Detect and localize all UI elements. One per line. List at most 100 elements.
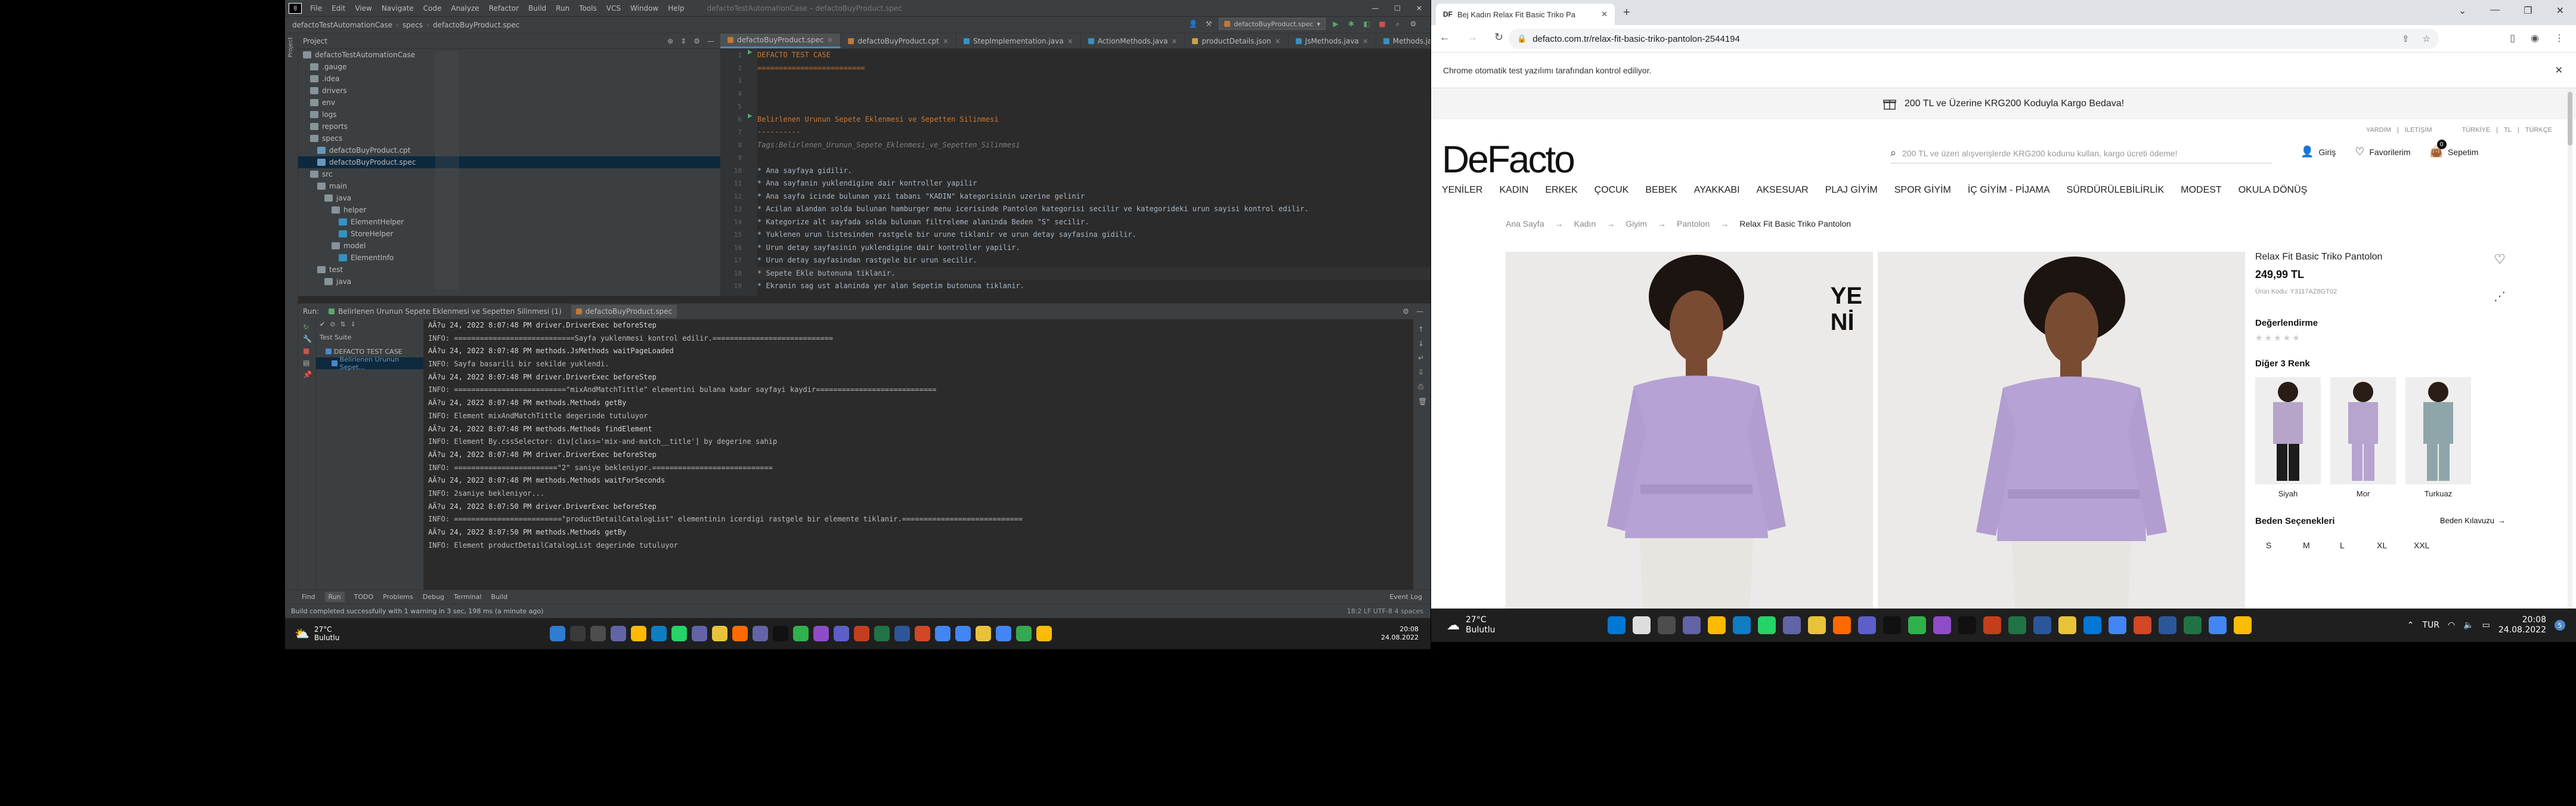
tree-item[interactable]: model (298, 240, 720, 252)
scrollbar-thumb[interactable] (2568, 92, 2572, 146)
tree-item[interactable]: logs (298, 109, 720, 121)
star-icon[interactable]: ☆ (2423, 33, 2431, 44)
tree-item[interactable]: java (298, 192, 720, 204)
nav-item[interactable]: ERKEK (1545, 185, 1577, 196)
nav-item[interactable]: PLAJ GİYİM (1825, 185, 1878, 196)
app-icon[interactable] (996, 626, 1011, 641)
app-icon[interactable] (1658, 616, 1676, 634)
app-icon[interactable] (1958, 616, 1976, 634)
size-option[interactable]: XL (2366, 541, 2403, 550)
app-icon[interactable] (1783, 616, 1801, 634)
pin-icon[interactable]: 📌 (303, 370, 312, 379)
tree-item[interactable]: .idea (298, 73, 720, 85)
menu-item[interactable]: Build (524, 4, 551, 13)
code-line[interactable]: * Kategorize alt sayfada solda bulunan f… (757, 216, 1431, 229)
project-label[interactable]: Project (303, 37, 327, 45)
code-line[interactable]: Tags:Belirlenen_Urunun_Sepete_Eklenmesi_… (757, 139, 1431, 152)
tree-item[interactable]: java (298, 276, 720, 288)
search-icon[interactable]: ⌕ (1890, 147, 1896, 159)
cart-button[interactable]: 👜 0 Sepetim (2430, 140, 2478, 158)
code-line[interactable]: * Urun detay sayfasindan rastgele bir ur… (757, 254, 1431, 267)
breadcrumb-item[interactable]: specs (402, 21, 423, 29)
hammer-icon[interactable]: ⚒ (1203, 18, 1214, 29)
code-line[interactable] (757, 88, 1431, 101)
new-tab-icon[interactable]: + (1623, 6, 1630, 20)
code-line[interactable]: * Yuklenen urun listesinden rastgele bir… (757, 228, 1431, 242)
app-icon[interactable] (712, 626, 727, 641)
app-icon[interactable] (753, 626, 768, 641)
reload-icon[interactable]: ↻ (1494, 31, 1503, 44)
console-output[interactable]: AÄ?u 24, 2022 8:07:48 PM driver.DriverEx… (423, 319, 1413, 590)
app-icon[interactable] (2109, 616, 2126, 634)
app-icon[interactable] (1808, 616, 1826, 634)
editor-tab[interactable]: defactoBuyProduct.spec × (720, 33, 841, 48)
menu-item[interactable]: Run (551, 4, 574, 13)
language-link[interactable]: TÜRKÇE (2525, 126, 2552, 134)
favorites-button[interactable]: ♡ Favorilerim (2355, 146, 2410, 158)
app-icon[interactable] (1983, 616, 2001, 634)
close-tab-icon[interactable]: ✕ (1601, 10, 1608, 19)
breadcrumb-item[interactable]: Ana Sayfa (1506, 219, 1544, 228)
language-indicator[interactable]: TUR (2422, 620, 2439, 630)
menu-item[interactable]: Help (663, 4, 689, 13)
breadcrumb-item[interactable]: Pantolon (1677, 219, 1710, 228)
run-tab[interactable]: Belirlenen Urunun Sepete Eklenmesi ve Se… (329, 307, 562, 316)
nav-item[interactable]: YENİLER (1442, 185, 1482, 196)
menu-item[interactable]: Edit (327, 4, 350, 13)
forward-icon[interactable]: → (1467, 31, 1478, 44)
help-link[interactable]: YARDIM (2366, 126, 2391, 134)
notification-badge[interactable]: 5 (2555, 620, 2565, 631)
app-icon[interactable] (935, 626, 950, 641)
country-link[interactable]: TÜRKİYE (2462, 126, 2491, 134)
search-box[interactable]: ⌕ 200 TL ve üzeri alışverişlerde KRG200 … (1890, 143, 2272, 163)
tree-item[interactable]: drivers (298, 85, 720, 97)
code-line[interactable]: * Ana sayfanin yuklendigine dair kontrol… (757, 177, 1431, 190)
tool-window-tab[interactable]: Build (491, 593, 508, 601)
tree-item[interactable]: defactoBuyProduct.spec (298, 156, 720, 168)
tool-window-tab[interactable]: Run (324, 592, 345, 602)
share-icon[interactable]: ⇪ (2402, 33, 2410, 44)
volume-icon[interactable]: 🔈 (2463, 620, 2473, 630)
close-tab-icon[interactable]: × (1067, 37, 1073, 45)
app-icon[interactable] (813, 626, 829, 641)
nav-item[interactable]: OKULA DÖNÜŞ (2238, 185, 2308, 196)
login-button[interactable]: 👤 Giriş (2301, 146, 2336, 158)
code-line[interactable]: ---------- (757, 126, 1431, 139)
app-icon[interactable] (1683, 616, 1701, 634)
rerun-icon[interactable]: ↻ (303, 323, 311, 331)
restore-icon[interactable]: ❐ (2524, 5, 2532, 17)
stop-icon[interactable]: ■ (1377, 18, 1388, 29)
code-line[interactable]: * Sepete Ekle butonuna tiklanir. (757, 267, 1431, 280)
size-option[interactable]: S (2255, 541, 2292, 550)
nav-item[interactable]: ÇOCUK (1594, 185, 1629, 196)
tree-item[interactable]: main (298, 180, 720, 192)
code-line[interactable]: DEFACTO TEST CASE (757, 49, 1431, 62)
tool-window-tab[interactable]: Terminal (454, 593, 482, 601)
chevron-up-icon[interactable]: ⌃ (2407, 620, 2414, 630)
color-swatch[interactable]: Mor (2330, 377, 2396, 498)
nav-item[interactable]: KADIN (1499, 185, 1528, 196)
menu-item[interactable]: Window (626, 4, 663, 13)
app-icon[interactable] (915, 626, 930, 641)
hide-icon[interactable]: — (707, 37, 714, 45)
tree-item[interactable]: .gauge (298, 61, 720, 73)
editor-tab[interactable]: StepImplementation.java × (956, 33, 1081, 48)
close-tab-icon[interactable]: × (943, 37, 949, 45)
product-photo[interactable]: YE Nİ (1506, 252, 1873, 609)
app-icon[interactable] (2033, 616, 2051, 634)
tool-window-tab[interactable]: TODO (354, 593, 374, 601)
tool-window-tab[interactable]: Find (302, 593, 315, 601)
arrow-down-icon[interactable]: ↓ (1418, 339, 1426, 348)
editor-tab[interactable]: JsMethods.java × (1289, 33, 1376, 48)
size-option[interactable]: M (2292, 541, 2329, 550)
arrow-up-icon[interactable]: ↑ (1418, 325, 1426, 333)
code-line[interactable] (757, 152, 1431, 165)
breadcrumb-item[interactable]: Giyim (1626, 219, 1647, 228)
breadcrumb-item[interactable]: Kadın (1574, 219, 1596, 228)
app-icon[interactable] (894, 626, 910, 641)
close-tab-icon[interactable]: × (1171, 37, 1177, 45)
logo[interactable]: DeFacto (1442, 137, 1575, 181)
tree-item[interactable]: ElementHelper (298, 216, 720, 228)
gear-icon[interactable]: ⚙ (1408, 18, 1419, 29)
app-icon[interactable] (631, 626, 646, 641)
